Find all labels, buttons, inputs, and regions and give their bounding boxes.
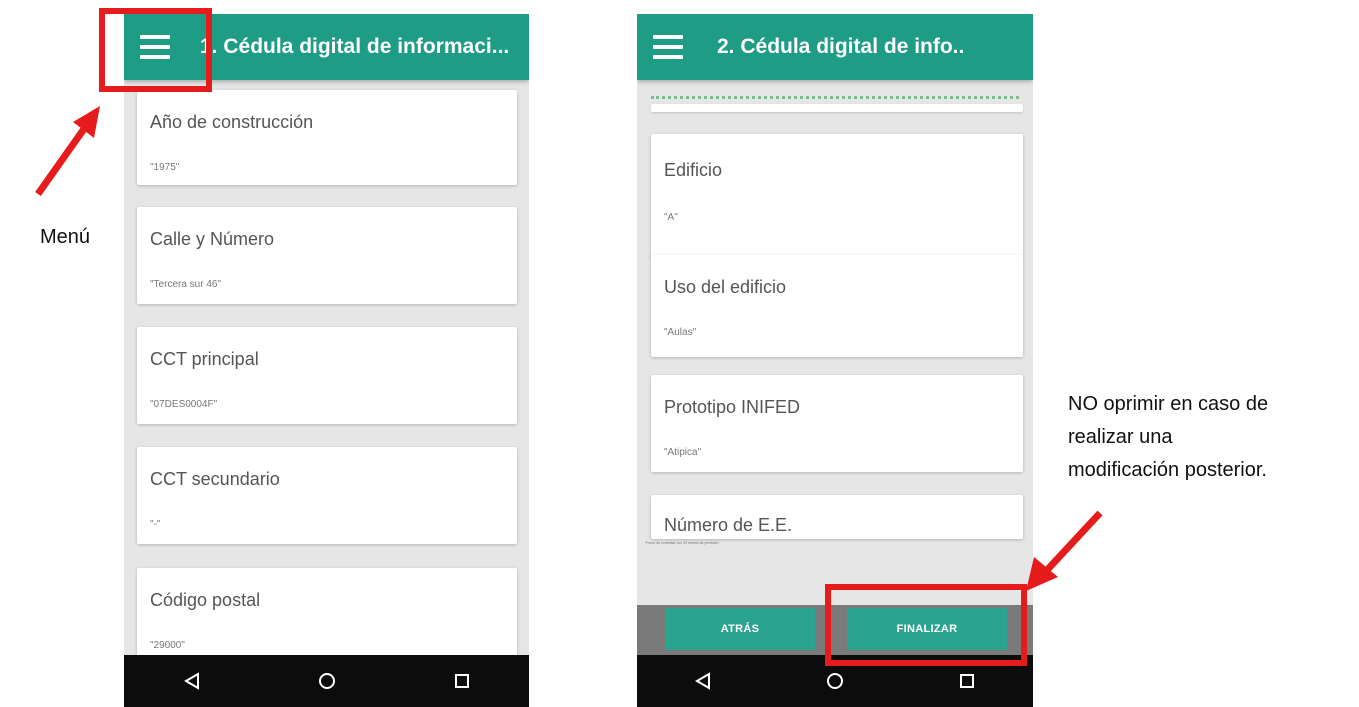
field-list[interactable]: Año de construcción "1975" Calle y Númer… [124, 80, 529, 655]
dotted-divider [651, 96, 1019, 99]
back-triangle-icon[interactable] [170, 659, 214, 703]
hamburger-menu-icon[interactable] [637, 14, 699, 80]
field-label: Edificio [664, 160, 723, 180]
field-card-building[interactable]: Edificio "A" [651, 134, 1023, 258]
field-card-inifed-prototype[interactable]: Prototipo INIFED "Atipica" [651, 375, 1023, 472]
app-bar: 1. Cédula digital de informaci... [124, 14, 529, 80]
field-value: "Atipica" [664, 447, 702, 458]
system-nav-bar [124, 655, 529, 707]
finish-button[interactable]: FINALIZAR [847, 608, 1007, 650]
back-triangle-icon[interactable] [681, 659, 725, 703]
finish-arrow-icon [1026, 510, 1103, 591]
field-value: "07DES0004F" [150, 399, 218, 410]
field-label: CCT principal [150, 349, 259, 369]
menu-annotation-label: Menú [40, 226, 91, 248]
field-card-postal-code[interactable]: Código postal "29000" [137, 568, 517, 655]
field-card-cct-secondary[interactable]: CCT secundario "-" [137, 447, 517, 544]
field-label: Año de construcción [150, 112, 314, 132]
left-phone-screen: 1. Cédula digital de informaci... Año de… [124, 14, 529, 707]
field-label: Número de E.E. [664, 515, 793, 535]
field-label: Prototipo INIFED [664, 397, 801, 417]
partial-card [651, 104, 1023, 112]
field-label: Calle y Número [150, 229, 275, 249]
field-card-construction-year[interactable]: Año de construcción "1975" [137, 90, 517, 185]
hamburger-menu-icon[interactable] [124, 14, 186, 80]
home-circle-icon[interactable] [813, 659, 857, 703]
field-value: "Tercera sur 46" [150, 279, 222, 290]
finish-annotation-line-2: realizar una [1068, 426, 1173, 448]
field-card-ee-number[interactable]: Número de E.E. [651, 495, 1023, 539]
back-button[interactable]: ATRÁS [665, 608, 815, 650]
field-label: Uso del edificio [664, 277, 787, 297]
recents-square-icon[interactable] [945, 659, 989, 703]
field-value: "1975" [150, 162, 180, 173]
field-value: "-" [150, 519, 161, 530]
right-phone-screen: 2. Cédula digital de info.. Edificio "A"… [637, 14, 1033, 707]
field-value: "Aulas" [664, 327, 697, 338]
field-card-cct-principal[interactable]: CCT principal "07DES0004F" [137, 327, 517, 424]
finish-annotation-line-3: modificación posterior. [1068, 459, 1267, 481]
field-value: "29000" [150, 640, 185, 651]
menu-arrow-icon [35, 106, 100, 197]
page-title: 1. Cédula digital de informaci... [200, 35, 510, 58]
footnote: *Favor de contestar con 30 metros de pre… [645, 541, 719, 545]
field-label: Código postal [150, 590, 261, 610]
page-title: 2. Cédula digital de info.. [717, 35, 965, 58]
field-card-street-number[interactable]: Calle y Número "Tercera sur 46" [137, 207, 517, 304]
recents-square-icon[interactable] [440, 659, 484, 703]
field-card-building-use[interactable]: Uso del edificio "Aulas" [651, 255, 1023, 357]
field-label: CCT secundario [150, 469, 280, 489]
system-nav-bar [637, 655, 1033, 707]
finish-annotation-line-1: NO oprimir en caso de [1068, 393, 1269, 415]
bottom-action-bar: ATRÁS FINALIZAR [637, 605, 1033, 655]
home-circle-icon[interactable] [305, 659, 349, 703]
app-bar: 2. Cédula digital de info.. [637, 14, 1033, 80]
field-value: "A" [664, 212, 678, 223]
